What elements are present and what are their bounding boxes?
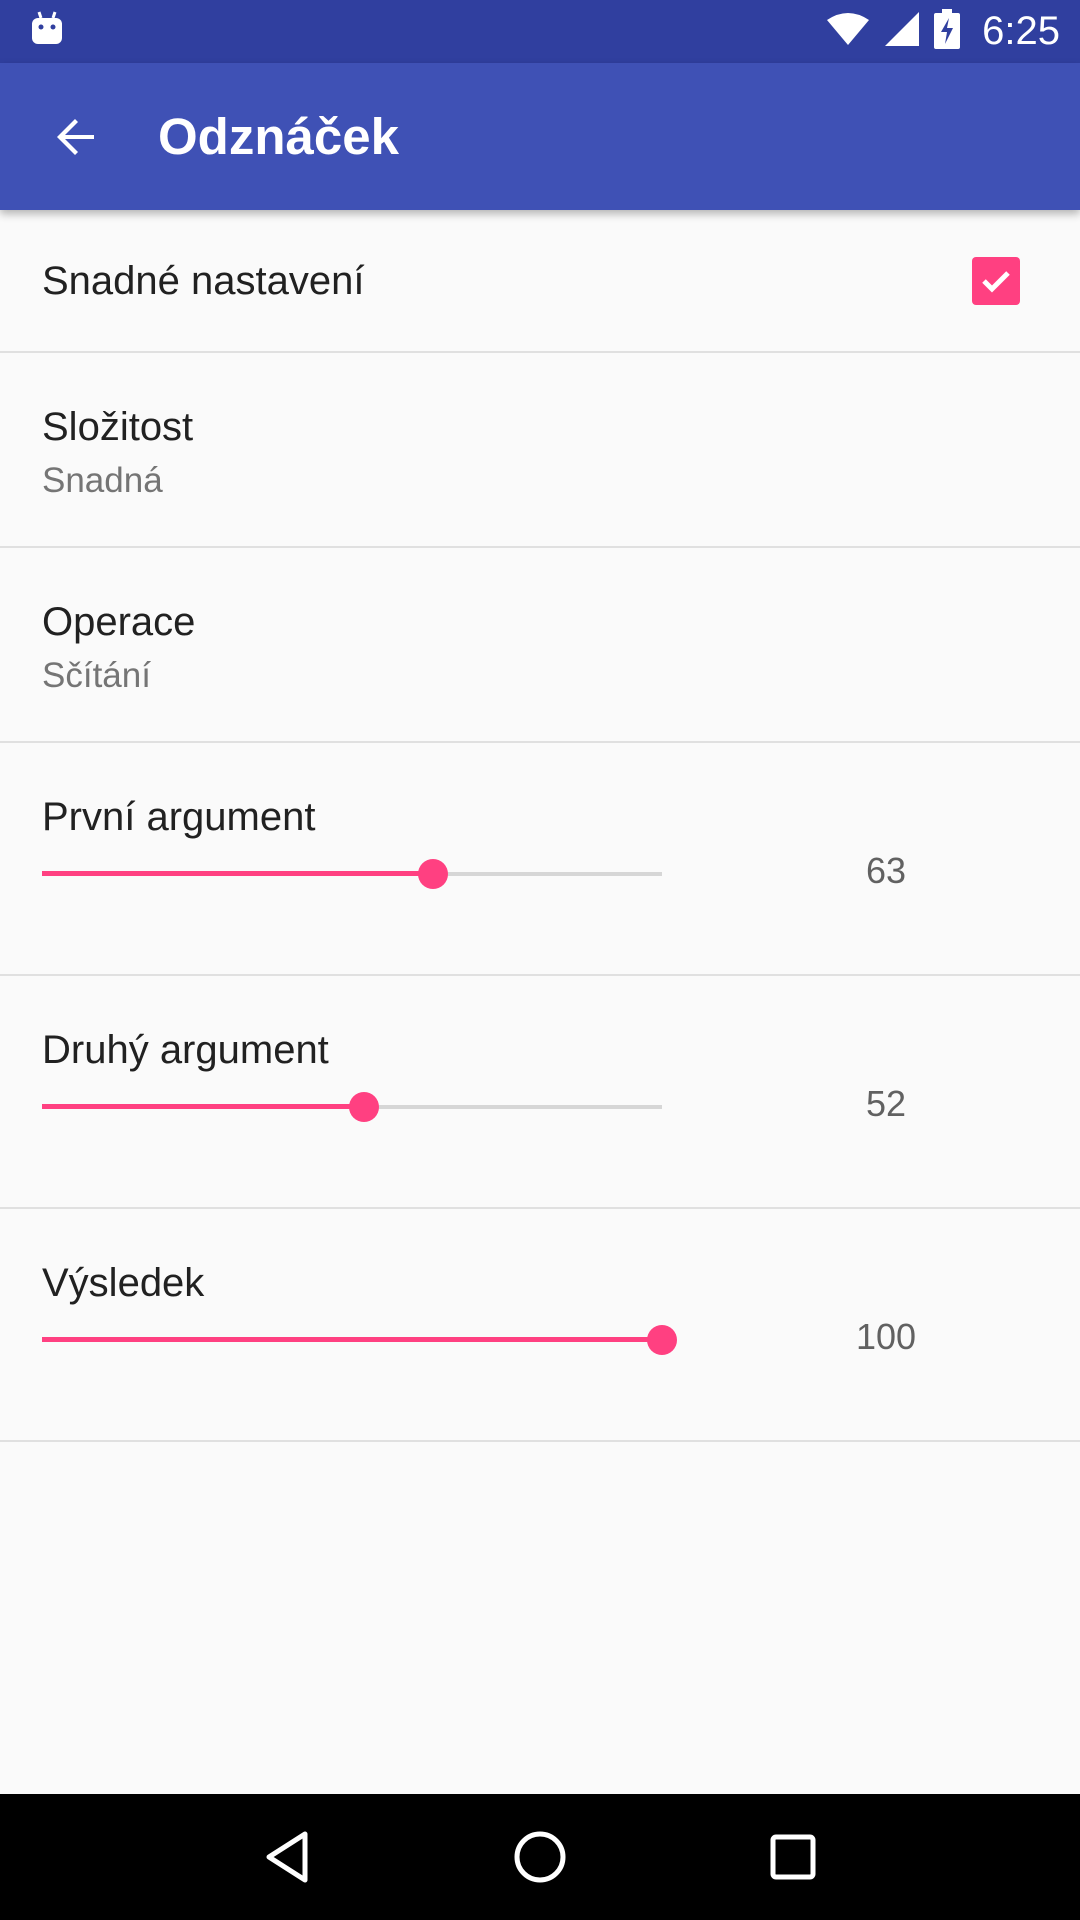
easy-setup-checkbox[interactable] [972, 257, 1020, 305]
operation-label: Operace [42, 600, 196, 644]
wifi-icon [826, 12, 870, 51]
second-argument-value: 52 [865, 1083, 907, 1124]
second-argument-label: Druhý argument [42, 1028, 329, 1072]
home-circle-icon[interactable] [500, 1817, 580, 1897]
check-icon [982, 271, 1010, 293]
first-argument-slider[interactable] [42, 854, 662, 894]
result-row: Výsledek 100 [0, 1209, 1080, 1442]
complexity-row[interactable]: Složitost Snadná [0, 353, 1080, 548]
back-triangle-icon[interactable] [247, 1817, 327, 1897]
navigation-bar [0, 1794, 1080, 1920]
app-bar: Odznáček [0, 63, 1080, 210]
operation-value: Sčítání [42, 656, 151, 695]
easy-setup-label: Snadné nastavení [42, 259, 365, 303]
operation-row[interactable]: Operace Sčítání [0, 548, 1080, 743]
arrow-back-icon[interactable] [40, 101, 112, 173]
slider-thumb[interactable] [647, 1325, 677, 1355]
first-argument-value: 63 [865, 850, 907, 891]
recents-square-icon[interactable] [753, 1817, 833, 1897]
settings-list: Snadné nastavení Složitost Snadná Operac… [0, 210, 1080, 1442]
status-time: 6:25 [982, 9, 1060, 53]
signal-icon [884, 11, 920, 52]
page-title: Odznáček [158, 108, 399, 165]
slider-thumb[interactable] [349, 1092, 379, 1122]
slider-fill [42, 871, 433, 876]
complexity-label: Složitost [42, 405, 194, 449]
result-slider[interactable] [42, 1320, 677, 1360]
second-argument-row: Druhý argument 52 [0, 976, 1080, 1209]
easy-setup-row[interactable]: Snadné nastavení [0, 210, 1080, 353]
result-value: 100 [855, 1316, 917, 1357]
second-argument-slider[interactable] [42, 1087, 662, 1127]
status-bar: 6:25 [0, 0, 1080, 63]
android-debug-icon [30, 10, 64, 46]
result-label: Výsledek [42, 1261, 205, 1305]
slider-fill [42, 1337, 662, 1342]
slider-fill [42, 1104, 364, 1109]
first-argument-label: První argument [42, 795, 316, 839]
first-argument-row: První argument 63 [0, 743, 1080, 976]
battery-charging-icon [934, 9, 961, 54]
complexity-value: Snadná [42, 461, 163, 500]
slider-thumb[interactable] [418, 859, 448, 889]
